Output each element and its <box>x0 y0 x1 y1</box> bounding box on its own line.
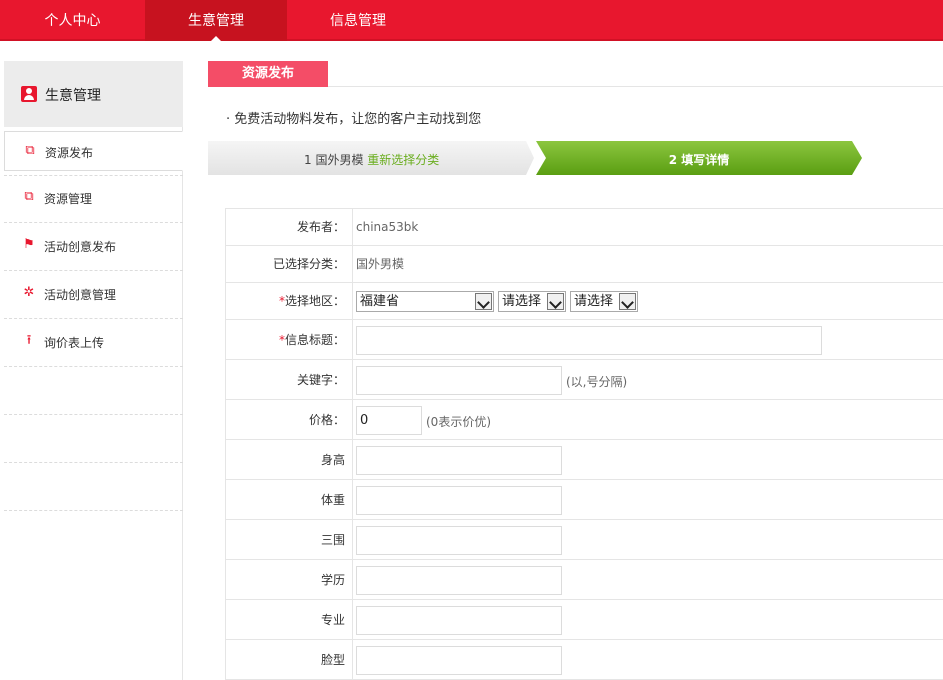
form-row-height: 身高 <box>226 440 943 480</box>
flag-icon: ⚑ <box>23 237 35 252</box>
measurements-input[interactable] <box>356 526 562 555</box>
title-label-text: 信息标题： <box>284 333 345 347</box>
chevron-down-icon <box>547 293 564 310</box>
keywords-label: 关键字： <box>226 360 353 399</box>
nav-business-label: 生意管理 <box>188 13 244 29</box>
education-label: 学历 <box>226 560 353 599</box>
step-2: 2 填写详情 <box>536 141 862 175</box>
form-row-region: *选择地区： 福建省 请选择 请选择 <box>226 283 943 320</box>
copy-icon: ⧉ <box>24 189 34 204</box>
form-row-face: 脸型 <box>226 640 943 680</box>
divider <box>4 414 183 415</box>
sidebar-item-label: 资源管理 <box>44 192 93 206</box>
sidebar-item-resource-management[interactable]: ⧉ 资源管理 <box>4 178 183 218</box>
form-row-education: 学历 <box>226 560 943 600</box>
major-input[interactable] <box>356 606 562 635</box>
sidebar-item-resource-publish[interactable]: ⧉ 资源发布 <box>4 131 183 171</box>
divider <box>4 222 183 223</box>
price-label: 价格： <box>226 400 353 439</box>
sidebar-item-label: 资源发布 <box>45 146 94 160</box>
city-value: 请选择 <box>502 294 542 309</box>
form-row-publisher: 发布者： china53bk <box>226 209 943 246</box>
education-input[interactable] <box>356 566 562 595</box>
nav-personal-center[interactable]: 个人中心 <box>0 0 145 41</box>
city-select[interactable]: 请选择 <box>498 291 566 312</box>
step-1-text: 1 国外男模 <box>304 153 364 167</box>
form-row-category: 已选择分类： 国外男模 <box>226 246 943 283</box>
sidebar-header: 生意管理 <box>4 61 183 127</box>
publisher-label: 发布者： <box>226 209 353 245</box>
price-input[interactable]: 0 <box>356 406 422 435</box>
form-row-keywords: 关键字： (以,号分隔) <box>226 360 943 400</box>
sidebar-item-price-upload[interactable]: ⭱ 询价表上传 <box>4 322 183 362</box>
atom-icon: ✲ <box>23 285 35 300</box>
district-value: 请选择 <box>574 294 614 309</box>
sidebar-title: 生意管理 <box>45 88 101 104</box>
step-1: 1 国外男模 重新选择分类 <box>208 141 534 175</box>
publisher-value: china53bk <box>356 220 419 234</box>
height-input[interactable] <box>356 446 562 475</box>
height-label: 身高 <box>226 440 353 479</box>
sidebar-item-activity-publish[interactable]: ⚑ 活动创意发布 <box>4 226 183 266</box>
divider <box>4 270 183 271</box>
sidebar-item-label: 活动创意发布 <box>44 240 117 254</box>
form-row-weight: 体重 <box>226 480 943 520</box>
divider <box>4 510 183 511</box>
divider <box>4 462 183 463</box>
sidebar-item-label: 询价表上传 <box>44 336 105 350</box>
divider <box>4 366 183 367</box>
user-icon <box>21 86 37 102</box>
chevron-down-icon <box>475 293 492 310</box>
district-select[interactable]: 请选择 <box>570 291 638 312</box>
nav-business-management[interactable]: 生意管理 <box>145 0 287 42</box>
category-value: 国外男模 <box>356 257 405 271</box>
measurements-label: 三围 <box>226 520 353 559</box>
upload-icon: ⭱ <box>26 333 32 348</box>
active-caret-icon <box>210 36 222 42</box>
sidebar: 生意管理 ⧉ 资源发布 ⧉ 资源管理 ⚑ 活动创意发布 ✲ 活动创意管理 ⭱ 询… <box>4 61 183 680</box>
title-input[interactable] <box>356 326 822 355</box>
major-label: 专业 <box>226 600 353 639</box>
nav-info-management[interactable]: 信息管理 <box>287 0 429 41</box>
sidebar-item-activity-management[interactable]: ✲ 活动创意管理 <box>4 274 183 314</box>
weight-label: 体重 <box>226 480 353 519</box>
keywords-hint: (以,号分隔) <box>566 375 628 389</box>
divider <box>4 318 183 319</box>
notice-text: · 免费活动物料发布，让您的客户主动找到您 <box>226 112 482 127</box>
price-hint: (0表示价优) <box>426 415 491 429</box>
tab-resource-publish[interactable]: 资源发布 <box>208 61 328 87</box>
face-label: 脸型 <box>226 640 353 679</box>
form-row-measurements: 三围 <box>226 520 943 560</box>
step-1-label: 1 国外男模 重新选择分类 <box>304 151 439 168</box>
step-progress: 1 国外男模 重新选择分类 2 填写详情 <box>208 141 868 175</box>
step-2-label: 2 填写详情 <box>668 153 730 167</box>
form-row-title: *信息标题： <box>226 320 943 360</box>
divider <box>4 175 183 176</box>
form-row-major: 专业 <box>226 600 943 640</box>
chevron-down-icon <box>619 293 636 310</box>
region-label-text: 选择地区： <box>284 294 345 308</box>
weight-input[interactable] <box>356 486 562 515</box>
copy-icon: ⧉ <box>25 143 35 158</box>
tab-underline <box>328 86 943 87</box>
keywords-input[interactable] <box>356 366 562 395</box>
province-select[interactable]: 福建省 <box>356 291 494 312</box>
region-label: *选择地区： <box>226 283 353 319</box>
category-label: 已选择分类： <box>226 246 353 282</box>
top-nav: 个人中心 生意管理 信息管理 <box>0 0 943 42</box>
form-row-price: 价格： 0 (0表示价优) <box>226 400 943 440</box>
publish-form: 发布者： china53bk 已选择分类： 国外男模 *选择地区： 福建省 请选… <box>225 208 943 680</box>
sidebar-item-label: 活动创意管理 <box>44 288 117 302</box>
province-value: 福建省 <box>360 294 400 309</box>
title-label: *信息标题： <box>226 320 353 359</box>
reselect-category-link[interactable]: 重新选择分类 <box>367 153 439 167</box>
face-input[interactable] <box>356 646 562 675</box>
